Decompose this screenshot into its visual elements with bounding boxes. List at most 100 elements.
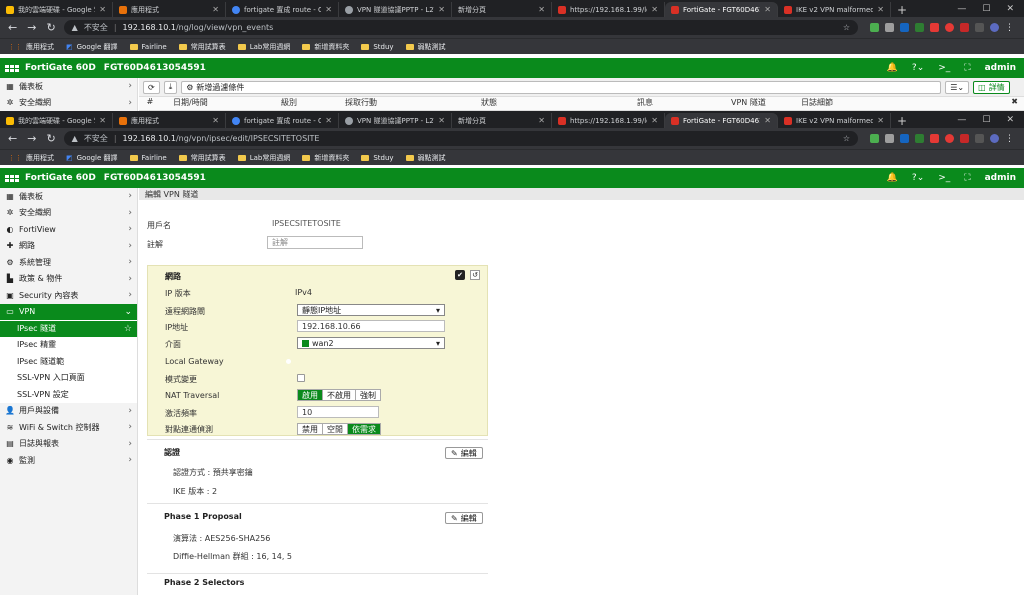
bookmark-folder[interactable]: 常用試算表 — [178, 42, 226, 52]
cli-console-icon[interactable]: >_ — [938, 63, 950, 73]
sidebar-item-fortiview[interactable]: ◐ FortiView › — [0, 221, 137, 238]
bookmark-folder[interactable]: 弱點測試 — [405, 42, 446, 52]
close-tab-icon[interactable]: ✕ — [651, 116, 658, 125]
browser-tab[interactable]: https://192.168.1.99/log ✕ — [552, 113, 665, 128]
details-button[interactable]: ◫ 詳情 — [973, 80, 1010, 94]
new-tab-button[interactable]: + — [891, 2, 913, 17]
close-window-button[interactable]: ✕ — [1006, 4, 1014, 14]
extension-icon[interactable] — [945, 134, 954, 143]
close-icon[interactable]: ✖ — [1011, 97, 1024, 110]
close-tab-icon[interactable]: ✕ — [99, 5, 106, 14]
extension-icon[interactable] — [960, 134, 969, 143]
close-tab-icon[interactable]: ✕ — [325, 116, 332, 125]
sidebar-item-vpn[interactable]: ▭ VPN ⌄ — [0, 303, 137, 320]
extension-icon[interactable] — [960, 23, 969, 32]
dpd-on-demand-option[interactable]: 依需求 — [348, 424, 380, 434]
star-icon[interactable]: ☆ — [124, 324, 132, 334]
sidebar-item-ssl-vpn-portals[interactable]: SSL-VPN 入口頁面 — [0, 369, 137, 386]
extension-icon[interactable] — [870, 134, 879, 143]
nat-enable-option[interactable]: 啟用 — [298, 390, 323, 400]
star-icon[interactable]: ☆ — [843, 134, 850, 143]
close-tab-icon[interactable]: ✕ — [538, 116, 545, 125]
sidebar-item-network[interactable]: ✚ 網路 › — [0, 238, 137, 255]
star-icon[interactable]: ☆ — [843, 23, 850, 32]
browser-tab[interactable]: https://192.168.1.99/log ✕ — [552, 2, 665, 17]
revert-icon[interactable]: ↺ — [470, 270, 480, 280]
minimize-button[interactable]: — — [957, 4, 966, 14]
url-input[interactable]: ▲ 不安全 | 192.168.10.1/ng/log/view/vpn_events… — [63, 20, 858, 35]
browser-tab[interactable]: IKE v2 VPN malformed ✕ — [778, 113, 891, 128]
bookmark-folder[interactable]: 新增資料夾 — [302, 42, 349, 52]
reload-icon[interactable]: ↻ — [46, 21, 55, 34]
new-tab-button[interactable]: + — [891, 113, 913, 128]
more-icon[interactable]: ⋮ — [1005, 134, 1014, 144]
browser-tab[interactable]: 新增分頁 ✕ — [452, 113, 552, 128]
browser-tab[interactable]: 應用程式 ✕ — [113, 2, 226, 17]
bookmark-folder[interactable]: Fairline — [129, 43, 167, 51]
sidebar-item-security-profiles[interactable]: ▣ Security 內容表 › — [0, 287, 137, 304]
extension-icon[interactable] — [870, 23, 879, 32]
extensions-puzzle-icon[interactable] — [975, 23, 984, 32]
nat-disable-option[interactable]: 不啟用 — [323, 390, 356, 400]
nat-forced-option[interactable]: 強制 — [356, 390, 380, 400]
sidebar-item-ipsec-wizard[interactable]: IPsec 精靈 — [0, 336, 137, 353]
ip-address-field[interactable]: 192.168.10.66 — [297, 320, 445, 332]
browser-tab[interactable]: VPN 隧道協議PPTP - L2T ✕ — [339, 113, 452, 128]
admin-menu[interactable]: admin — [985, 173, 1016, 183]
sidebar-item-monitor[interactable]: ◉ 監測 › — [0, 452, 137, 469]
bookmark-folder[interactable]: Fairline — [129, 154, 167, 162]
view-options-button[interactable]: ☰⌄ — [945, 80, 970, 94]
bookmark-folder[interactable]: Lab常用週網 — [237, 153, 290, 163]
close-tab-icon[interactable]: ✕ — [651, 5, 658, 14]
browser-tab[interactable]: fortigate 置成 route - Go ✕ — [226, 2, 339, 17]
extension-icon[interactable] — [945, 23, 954, 32]
browser-tab[interactable]: fortigate 置成 route - Go ✕ — [226, 113, 339, 128]
close-tab-icon[interactable]: ✕ — [99, 116, 106, 125]
edit-auth-button[interactable]: ✎ 編輯 — [445, 447, 483, 459]
sidebar-item-dashboard[interactable]: ▦ 儀表板 › — [0, 78, 137, 95]
bookmark-folder[interactable]: Lab常用週網 — [237, 42, 290, 52]
bookmark-item[interactable]: ◩ Google 翻譯 — [66, 153, 118, 163]
sidebar-item-ipsec-tunnels[interactable]: IPsec 隧道 ☆ — [0, 320, 137, 337]
extension-icon[interactable] — [885, 134, 894, 143]
bell-icon[interactable]: 🔔 — [887, 63, 898, 73]
bookmark-folder[interactable]: 常用試算表 — [178, 153, 226, 163]
bookmark-item[interactable]: ⋮⋮ 應用程式 — [8, 153, 54, 163]
browser-tab-active[interactable]: FortiGate - FGT60D4613 ✕ — [665, 2, 778, 17]
extension-icon[interactable] — [915, 23, 924, 32]
edit-phase1-button[interactable]: ✎ 編輯 — [445, 512, 483, 524]
sidebar-item-ipsec-templates[interactable]: IPsec 隧道範 — [0, 353, 137, 370]
bookmark-item[interactable]: ◩ Google 翻譯 — [66, 42, 118, 52]
bookmark-folder[interactable]: 弱點測試 — [405, 153, 446, 163]
extension-icon[interactable] — [930, 23, 939, 32]
more-icon[interactable]: ⋮ — [1005, 23, 1014, 33]
avatar[interactable] — [990, 23, 999, 32]
close-tab-icon[interactable]: ✕ — [877, 116, 884, 125]
admin-menu[interactable]: admin — [985, 63, 1016, 73]
extension-icon[interactable] — [885, 23, 894, 32]
back-icon[interactable]: ← — [8, 132, 17, 145]
check-icon[interactable]: ✔ — [455, 270, 465, 280]
forward-icon[interactable]: → — [27, 21, 36, 34]
extension-icon[interactable] — [930, 134, 939, 143]
extension-icon[interactable] — [900, 23, 909, 32]
bookmark-folder[interactable]: 新增資料夾 — [302, 153, 349, 163]
bell-icon[interactable]: 🔔 — [887, 173, 898, 183]
browser-tab[interactable]: 應用程式 ✕ — [113, 113, 226, 128]
close-tab-icon[interactable]: ✕ — [325, 5, 332, 14]
sidebar-item-ssl-vpn-settings[interactable]: SSL-VPN 設定 — [0, 386, 137, 403]
bookmark-folder[interactable]: Stduy — [361, 43, 394, 51]
sidebar-item-users-devices[interactable]: 👤 用戶與設備 › — [0, 403, 137, 420]
extensions-puzzle-icon[interactable] — [975, 134, 984, 143]
download-button[interactable]: ⤓ — [163, 80, 178, 94]
minimize-button[interactable]: — — [957, 115, 966, 125]
dpd-idle-option[interactable]: 空閒 — [323, 424, 348, 434]
sidebar-item-fabric[interactable]: ✲ 安全織網 › — [0, 95, 137, 112]
sidebar-item-dashboard[interactable]: ▦ 儀表板 › — [0, 188, 137, 205]
fullscreen-icon[interactable]: ⛶ — [964, 63, 970, 73]
close-tab-icon[interactable]: ✕ — [538, 5, 545, 14]
browser-tab-active[interactable]: FortiGate - FGT60D4613 ✕ — [665, 113, 778, 128]
sidebar-item-wifi-switch[interactable]: ≋ WiFi & Switch 控制器 › — [0, 419, 137, 436]
mode-config-checkbox[interactable] — [297, 374, 305, 382]
dpd-disable-option[interactable]: 禁用 — [298, 424, 323, 434]
